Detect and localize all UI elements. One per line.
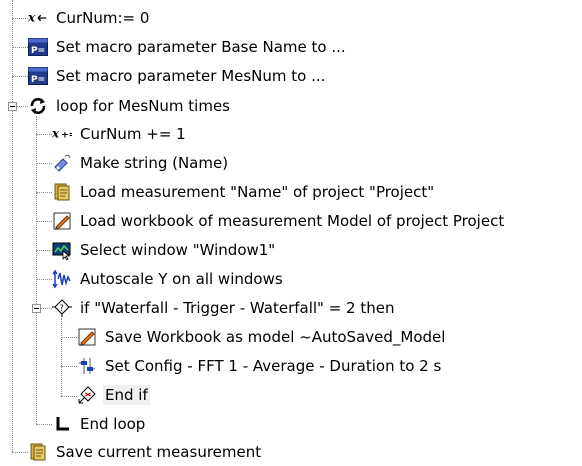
tree-node-label: Set macro parameter Base Name to ... (56, 38, 346, 56)
tree-line (61, 396, 77, 397)
if-collapse-toggle[interactable] (32, 304, 41, 313)
loop-icon (28, 96, 48, 116)
tree-line (36, 250, 52, 251)
tree-node-label: End loop (80, 415, 146, 433)
svg-text:P=: P= (31, 75, 45, 85)
tree-line (36, 279, 52, 280)
load-measurement-icon (52, 182, 72, 202)
end-loop-icon (52, 414, 72, 434)
tree-line (41, 308, 52, 309)
tree-node-loop[interactable]: loop for MesNum times (28, 92, 232, 120)
tree-node-set-mesnum[interactable]: P= Set macro parameter MesNum to ... (28, 62, 327, 90)
tree-node-label: CurNum += 1 (80, 125, 186, 143)
tree-node-label: Set Config - FFT 1 - Average - Duration … (105, 357, 442, 375)
if-condition-icon: ? (52, 298, 72, 318)
tree-node-curnum-increment[interactable]: x += CurNum += 1 (52, 120, 188, 148)
tree-line (36, 163, 52, 164)
tree-line (12, 0, 13, 452)
tree-node-label: Set macro parameter MesNum to ... (56, 67, 326, 85)
svg-text:?: ? (60, 304, 64, 313)
save-measurement-icon (28, 442, 48, 462)
tree-node-label: if "Waterfall - Trigger - Waterfall" = 2… (80, 299, 395, 317)
tree-line (12, 18, 28, 19)
tree-node-make-string[interactable]: Make string (Name) (52, 149, 230, 177)
set-config-icon (77, 356, 97, 376)
tree-line (12, 47, 28, 48)
tree-line (36, 424, 52, 425)
tree-node-label: Save current measurement (56, 443, 262, 461)
variable-increment-icon: x += (52, 124, 72, 144)
tree-node-end-if[interactable]: End if (77, 381, 150, 409)
loop-collapse-toggle[interactable] (8, 102, 17, 111)
tree-node-set-base-name[interactable]: P= Set macro parameter Base Name to ... (28, 33, 348, 61)
tree-line (36, 134, 52, 135)
tree-node-label: Make string (Name) (80, 154, 229, 172)
tree-node-save-workbook[interactable]: Save Workbook as model ~AutoSaved_Model (77, 323, 447, 351)
tree-node-label: CurNum:= 0 (56, 9, 150, 27)
tree-node-label: Select window "Window1" (80, 241, 276, 259)
tree-line (12, 452, 28, 453)
tree-line (17, 106, 28, 107)
tree-node-curnum-assign[interactable]: x CurNum:= 0 (28, 4, 151, 32)
variable-assign-icon: x (28, 8, 48, 28)
tree-node-label: Save Workbook as model ~AutoSaved_Model (105, 328, 446, 346)
tree-node-save-measurement[interactable]: Save current measurement (28, 438, 263, 466)
tree-node-load-workbook[interactable]: Load workbook of measurement Model of pr… (52, 207, 506, 235)
tree-node-select-window[interactable]: Select window "Window1" (52, 236, 277, 264)
save-workbook-icon (77, 327, 97, 347)
tree-node-label: Load measurement "Name" of project "Proj… (80, 183, 435, 201)
tree-line (61, 366, 77, 367)
end-if-icon (77, 385, 97, 405)
tree-node-autoscale[interactable]: Autoscale Y on all windows (52, 265, 285, 293)
tree-line (61, 337, 77, 338)
select-window-icon (52, 240, 72, 260)
tree-node-label: loop for MesNum times (56, 97, 231, 115)
tree-line (36, 221, 52, 222)
tree-node-set-config[interactable]: Set Config - FFT 1 - Average - Duration … (77, 352, 443, 380)
load-workbook-icon (52, 211, 72, 231)
tree-line (61, 318, 62, 396)
svg-text:P=: P= (31, 46, 45, 56)
tree-node-label: Load workbook of measurement Model of pr… (80, 212, 505, 230)
macro-parameter-icon: P= (28, 66, 48, 86)
macro-tree: x CurNum:= 0 P= Set macro parameter Base… (0, 0, 582, 464)
make-string-icon (52, 153, 72, 173)
tree-node-if[interactable]: ? if "Waterfall - Trigger - Waterfall" =… (52, 294, 396, 322)
tree-node-load-measurement[interactable]: Load measurement "Name" of project "Proj… (52, 178, 436, 206)
tree-line (12, 76, 28, 77)
svg-text:x: x (52, 127, 60, 141)
tree-line (36, 192, 52, 193)
autoscale-icon (52, 269, 72, 289)
macro-parameter-icon: P= (28, 37, 48, 57)
tree-node-end-loop[interactable]: End loop (52, 410, 147, 438)
svg-text:+=: += (61, 131, 72, 141)
tree-node-label: End if (103, 385, 150, 405)
svg-text:x: x (28, 11, 36, 25)
tree-node-label: Autoscale Y on all windows (80, 270, 283, 288)
